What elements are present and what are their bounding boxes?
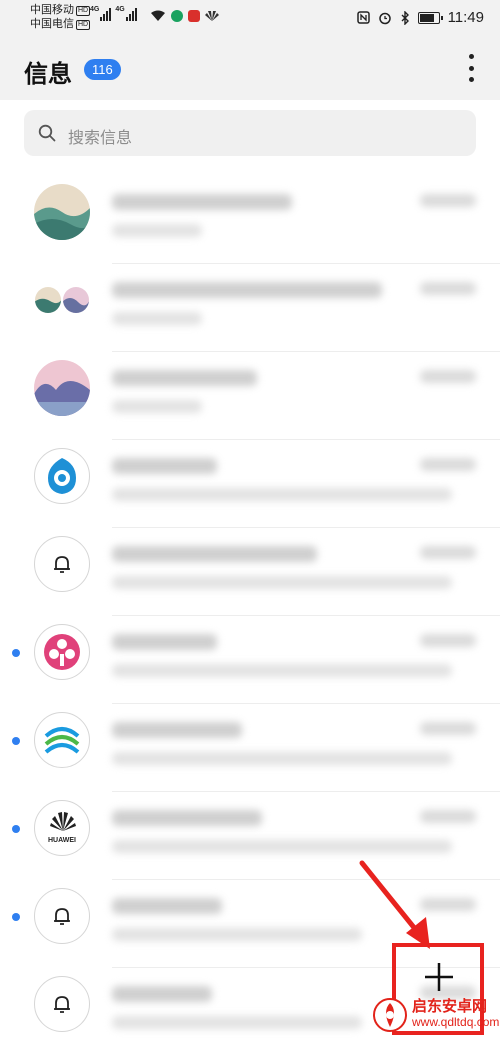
- contact-name: [112, 722, 242, 738]
- contact-name: [112, 634, 217, 650]
- huawei-icon: [205, 11, 219, 21]
- notification-icons: [150, 10, 219, 22]
- unread-dot: [12, 737, 20, 745]
- contact-avatar: [34, 360, 90, 416]
- message-time: [420, 194, 476, 207]
- search-icon: [38, 124, 56, 142]
- more-options-button[interactable]: [466, 54, 476, 82]
- signal-icon: 4G: [90, 6, 112, 21]
- conversation-item[interactable]: [0, 704, 500, 792]
- conversation-item[interactable]: [0, 528, 500, 616]
- service-logo-avatar: [34, 712, 90, 768]
- conversation-item[interactable]: [0, 176, 500, 264]
- bell-avatar: [34, 888, 90, 944]
- annotation-arrow-icon: [359, 860, 430, 949]
- contact-name: [112, 458, 217, 474]
- huawei-logo-text: HUAWEI: [48, 837, 76, 844]
- bell-icon: [54, 908, 70, 925]
- watermark-logo-icon: [373, 998, 407, 1032]
- search-placeholder: 搜索信息: [68, 130, 133, 147]
- contact-name: [112, 194, 292, 210]
- message-snippet: [112, 488, 452, 501]
- message-time: [420, 370, 476, 383]
- message-time: [420, 282, 476, 295]
- message-snippet: [112, 312, 202, 325]
- app-notification-icon: [171, 10, 183, 22]
- service-logo-avatar: [34, 624, 90, 680]
- more-dot-icon: [468, 65, 474, 71]
- contact-name: [112, 810, 262, 826]
- hd-badge: HD: [76, 20, 91, 30]
- app-header: 信息 116: [0, 36, 500, 100]
- message-snippet: [112, 576, 452, 589]
- more-dot-icon: [468, 77, 474, 82]
- signal-icons: 4G 4G: [90, 6, 137, 21]
- group-avatar: [34, 272, 90, 328]
- carrier-2: 中国电信: [30, 18, 74, 30]
- service-logo-avatar: [34, 448, 90, 504]
- watermark: 启东安卓网 www.qdltdq.com: [372, 995, 500, 1037]
- contact-avatar: [34, 184, 90, 240]
- watermark-name: 启东安卓网: [412, 998, 488, 1015]
- huawei-logo-icon: [50, 812, 76, 831]
- battery-icon: [417, 11, 443, 24]
- message-time: [420, 810, 476, 823]
- message-time: [420, 634, 476, 647]
- contact-name: [112, 370, 257, 386]
- alarm-icon: [378, 12, 391, 24]
- message-time: [420, 458, 476, 471]
- message-snippet: [112, 224, 202, 237]
- message-time: [420, 546, 476, 559]
- contact-name: [112, 546, 317, 562]
- status-bar: 中国移动 HD 中国电信 HD 4G 4G 11:49: [0, 0, 500, 36]
- wifi-icon: [151, 10, 165, 21]
- message-snippet: [112, 928, 362, 941]
- message-snippet: [112, 840, 452, 853]
- bell-icon: [54, 996, 70, 1013]
- bluetooth-icon: [401, 10, 409, 25]
- bell-avatar: [34, 536, 90, 592]
- message-snippet: [112, 752, 452, 765]
- conversation-item[interactable]: [0, 440, 500, 528]
- message-time: [420, 722, 476, 735]
- page-title: 信息: [24, 61, 72, 88]
- unread-dot: [12, 649, 20, 657]
- more-dot-icon: [468, 54, 474, 59]
- message-snippet: [112, 664, 452, 677]
- unread-dot: [12, 825, 20, 833]
- contact-name: [112, 282, 382, 298]
- unread-dot: [12, 913, 20, 921]
- carrier-info: 中国移动 HD 中国电信 HD: [30, 3, 91, 31]
- message-snippet: [112, 400, 202, 413]
- conversation-item[interactable]: [0, 264, 500, 352]
- bell-avatar: [34, 976, 90, 1032]
- conversation-item[interactable]: [0, 352, 500, 440]
- contact-name: [112, 986, 212, 1002]
- unread-count-badge: 116: [84, 59, 121, 80]
- watermark-url: www.qdltdq.com: [412, 1015, 500, 1029]
- app-notification-icon: [188, 10, 200, 22]
- contact-name: [112, 898, 222, 914]
- clock: 11:49: [447, 9, 484, 26]
- carrier-1: 中国移动: [30, 4, 74, 16]
- search-input[interactable]: 搜索信息: [24, 110, 476, 156]
- system-icons: 11:49: [356, 9, 484, 26]
- hd-badge: HD: [76, 6, 91, 16]
- signal-icon: 4G: [115, 6, 137, 21]
- bell-icon: [54, 556, 70, 573]
- huawei-avatar: HUAWEI: [34, 800, 90, 856]
- message-snippet: [112, 1016, 362, 1029]
- nfc-icon: [356, 11, 370, 24]
- conversation-item[interactable]: [0, 616, 500, 704]
